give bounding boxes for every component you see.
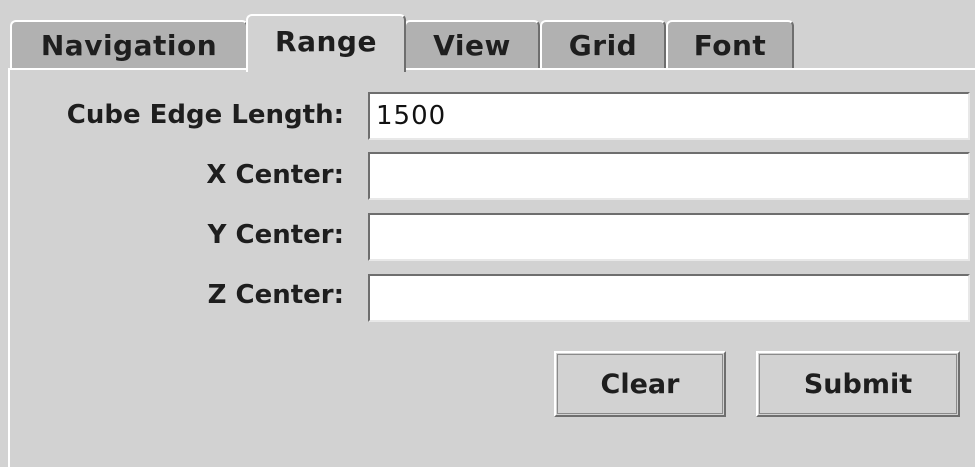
- submit-button[interactable]: Submit: [756, 351, 960, 417]
- cube-edge-length-field[interactable]: [368, 92, 970, 140]
- clear-button[interactable]: Clear: [554, 351, 726, 417]
- cube-edge-length-label: Cube Edge Length:: [66, 100, 344, 130]
- range-settings-window: Navigation Grid Font View Range Cube Edg…: [0, 0, 975, 467]
- x-center-label: X Center:: [206, 160, 344, 190]
- y-center-field[interactable]: [368, 213, 970, 261]
- z-center-field[interactable]: [368, 274, 970, 322]
- tab-range[interactable]: Range: [246, 14, 406, 72]
- tab-grid[interactable]: Grid: [540, 20, 666, 68]
- z-center-label: Z Center:: [207, 280, 344, 310]
- tab-navigation[interactable]: Navigation: [10, 20, 248, 68]
- x-center-field[interactable]: [368, 152, 970, 200]
- tab-font[interactable]: Font: [666, 20, 794, 68]
- tab-view[interactable]: View: [404, 20, 540, 68]
- y-center-label: Y Center:: [207, 220, 344, 250]
